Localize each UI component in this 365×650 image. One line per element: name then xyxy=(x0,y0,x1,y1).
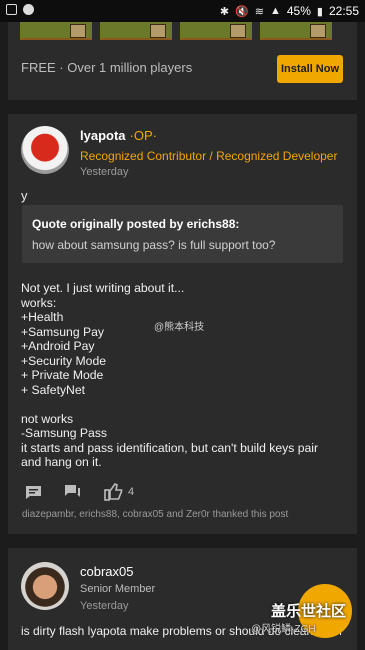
square-icon xyxy=(6,4,17,15)
corner-watermark: 盖乐世社区 xyxy=(271,603,347,620)
status-bar: ✱ 🔇 ≋ ▲ 45% ▮ 22:55 xyxy=(0,0,365,22)
username[interactable]: lyapota ·OP· xyxy=(80,128,157,143)
quote-icon[interactable] xyxy=(64,484,82,500)
signal-icon: ▲ xyxy=(269,5,281,17)
ad-card[interactable]: FREE · Over 1 million players Install No… xyxy=(8,22,357,100)
battery-percent: 45% xyxy=(286,4,311,18)
post-line: +Security Mode xyxy=(21,353,107,368)
post-line: and hang on it. xyxy=(21,455,102,469)
post-line: Not yet. I just writing about it... xyxy=(21,281,185,295)
thanks-line: diazepambr, erichs88, cobrax05 and Zer0r… xyxy=(22,509,289,520)
like-count: 4 xyxy=(128,486,135,498)
post-line: +Android Pay xyxy=(21,339,95,353)
post-line: -Samsung Pass xyxy=(21,426,108,440)
ad-image-strip xyxy=(20,22,332,40)
post-line: + Private Mode xyxy=(21,368,104,382)
circle-icon xyxy=(23,4,34,15)
avatar[interactable] xyxy=(21,126,69,174)
post-actions: 4 xyxy=(25,483,134,501)
bluetooth-icon: ✱ xyxy=(219,5,230,18)
clock: 22:55 xyxy=(328,4,359,18)
reply-icon[interactable] xyxy=(25,485,42,500)
post-date: Yesterday xyxy=(80,600,129,612)
post-line xyxy=(21,397,343,412)
mute-icon: 🔇 xyxy=(235,5,249,18)
user-title: Senior Member xyxy=(80,583,156,595)
op-badge: ·OP· xyxy=(129,128,157,143)
post-body: Not yet. I just writing about it... work… xyxy=(21,281,343,470)
post-date: Yesterday xyxy=(80,166,129,178)
battery-icon: ▮ xyxy=(316,5,323,18)
thumbs-up-icon[interactable] xyxy=(104,483,124,501)
watermark: @熊本科技 xyxy=(154,322,205,333)
ad-text: FREE · Over 1 million players xyxy=(21,60,193,75)
post-line: works: xyxy=(21,295,57,310)
quote-text: how about samsung pass? is full support … xyxy=(32,238,276,252)
install-now-button[interactable]: Install Now xyxy=(277,55,343,83)
post-line: it starts and pass identification, but c… xyxy=(21,440,319,455)
username[interactable]: cobrax05 xyxy=(80,564,133,579)
post-line: + SafetyNet xyxy=(21,382,86,397)
post-lead: y xyxy=(21,188,28,203)
post-card: lyapota ·OP· Recognized Contributor / Rec… xyxy=(8,114,357,534)
corner-watermark-sub: @风锐鳞·ZGH xyxy=(251,624,316,635)
user-title: Recognized Contributor / Recognized Deve… xyxy=(80,149,338,163)
quote-block: Quote originally posted by erichs88: how… xyxy=(22,205,343,263)
avatar[interactable] xyxy=(21,562,69,610)
wifi-icon: ≋ xyxy=(254,5,264,18)
quote-header: Quote originally posted by erichs88: xyxy=(32,217,240,231)
post-line: not works xyxy=(21,411,74,426)
